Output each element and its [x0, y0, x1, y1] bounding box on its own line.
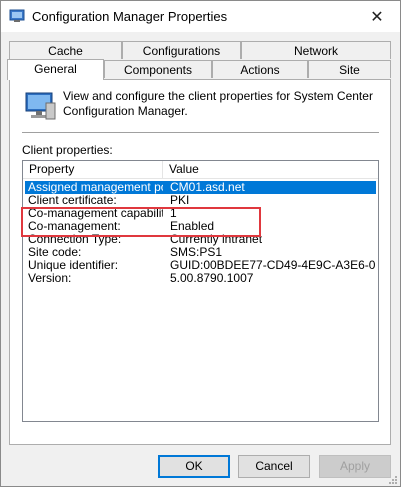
tab-label: General [34, 62, 77, 76]
resize-grip-icon[interactable] [388, 474, 398, 484]
tab-configurations[interactable]: Configurations [122, 41, 241, 59]
title-bar: Configuration Manager Properties ✕ [1, 1, 400, 32]
tab-cache[interactable]: Cache [9, 41, 122, 59]
client-properties-list[interactable]: Property Value Assigned management poi..… [22, 160, 379, 422]
list-row[interactable]: Site code: SMS:PS1 [25, 246, 376, 259]
cancel-button[interactable]: Cancel [238, 455, 310, 478]
tab-label: Components [123, 63, 193, 77]
tab-network[interactable]: Network [241, 41, 391, 59]
property-value: 5.00.8790.1007 [170, 272, 254, 285]
column-header-property[interactable]: Property [23, 161, 163, 178]
tab-label: Configurations [142, 44, 221, 58]
list-row[interactable]: Version: 5.00.8790.1007 [25, 272, 376, 285]
close-icon: ✕ [370, 8, 384, 26]
computer-icon [23, 89, 57, 123]
tab-label: Network [293, 44, 338, 58]
general-tab-panel: View and configure the client properties… [9, 79, 391, 445]
config-manager-icon [9, 8, 25, 24]
separator [22, 132, 379, 134]
list-row[interactable]: Assigned management poi... CM01.asd.net [25, 181, 376, 194]
property-value: GUID:00BDEE77-CD49-4E9C-A3E6-07... [170, 259, 375, 272]
properties-dialog: Configuration Manager Properties ✕ Cache… [0, 0, 401, 487]
description-text: View and configure the client properties… [63, 89, 373, 118]
property-name: Version: [28, 272, 72, 285]
window-title: Configuration Manager Properties [32, 9, 228, 24]
ok-button[interactable]: OK [158, 455, 230, 478]
property-value: CM01.asd.net [170, 181, 245, 194]
property-value: SMS:PS1 [170, 246, 223, 259]
tab-label: Site [339, 63, 360, 77]
tab-label: Cache [48, 44, 83, 58]
highlight-box [21, 207, 261, 237]
client-properties-label: Client properties: [22, 143, 113, 157]
property-name: Client certificate: [28, 194, 117, 207]
list-row[interactable]: Client certificate: PKI [25, 194, 376, 207]
column-header-value[interactable]: Value [163, 161, 378, 178]
apply-button[interactable]: Apply [319, 455, 391, 478]
tab-site[interactable]: Site [308, 60, 391, 78]
tab-components[interactable]: Components [104, 60, 212, 78]
property-name: Unique identifier: [28, 259, 119, 272]
tab-actions[interactable]: Actions [212, 60, 308, 78]
property-value: PKI [170, 194, 190, 207]
list-header: Property Value [23, 161, 378, 179]
close-button[interactable]: ✕ [354, 1, 400, 32]
tab-label: Actions [240, 63, 280, 77]
property-name: Site code: [28, 246, 82, 259]
list-row[interactable]: Unique identifier: GUID:00BDEE77-CD49-4E… [25, 259, 376, 272]
tab-general[interactable]: General [7, 59, 104, 80]
property-name: Assigned management poi... [28, 181, 163, 194]
